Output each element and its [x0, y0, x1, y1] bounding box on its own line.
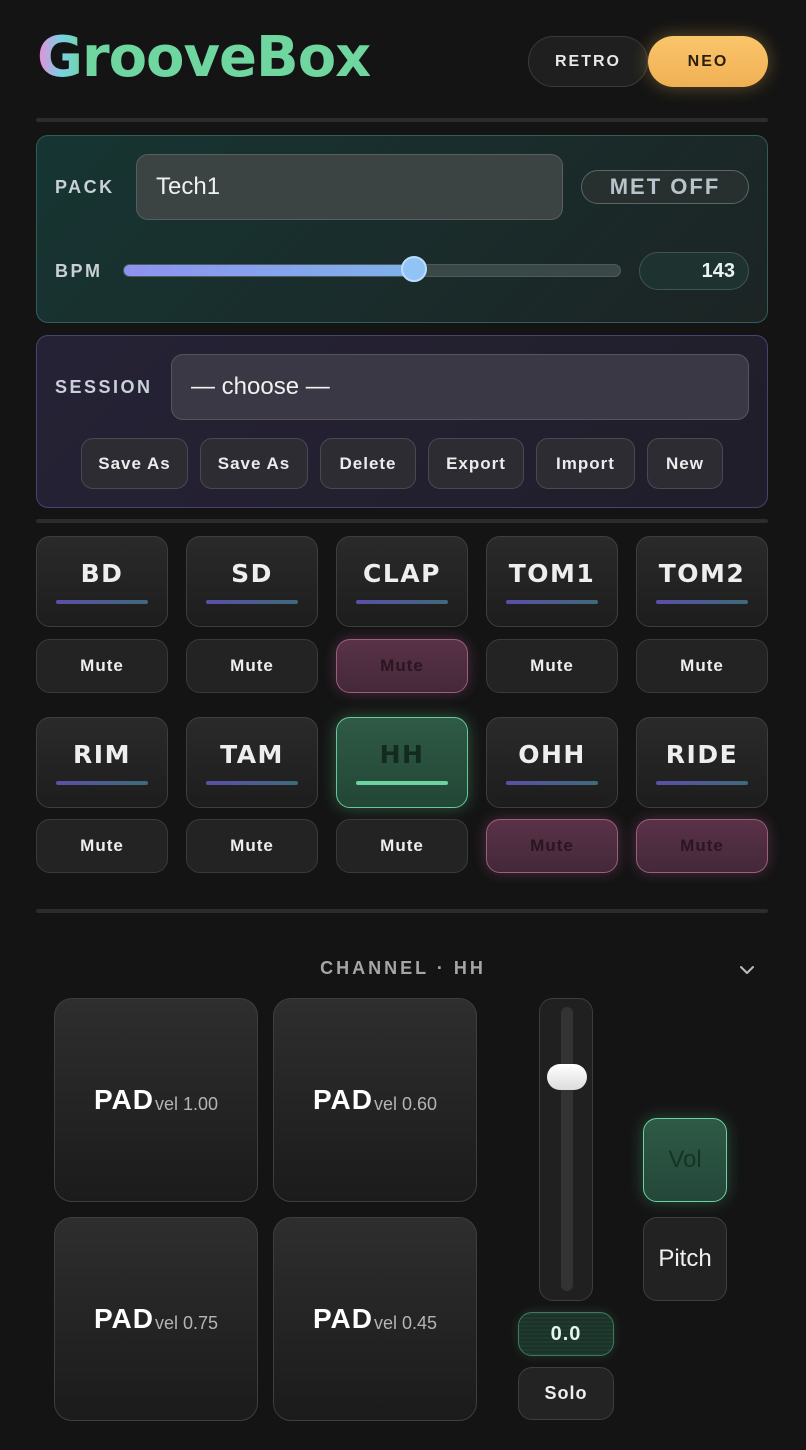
- session-label: SESSION: [55, 377, 153, 397]
- pad-label: PAD: [312, 1084, 373, 1115]
- track-bar: [356, 781, 448, 785]
- metronome-toggle[interactable]: MET OFF: [581, 170, 749, 204]
- track-name: SD: [231, 559, 273, 588]
- mute-button-clap[interactable]: Mute: [336, 639, 468, 693]
- pad-label: PAD: [93, 1084, 154, 1115]
- track-name: RIM: [73, 740, 131, 769]
- mute-button-tom1[interactable]: Mute: [486, 639, 618, 693]
- app-logo: GrooveBox: [37, 25, 371, 90]
- delete-button[interactable]: Delete: [320, 438, 416, 489]
- track-bar: [656, 600, 748, 604]
- track-bar: [206, 600, 298, 604]
- track-ride[interactable]: RIDE: [636, 717, 768, 808]
- bpm-slider-fill: [124, 265, 415, 276]
- track-name: CLAP: [363, 559, 441, 588]
- track-name: TOM1: [508, 559, 596, 588]
- mute-button-tom2[interactable]: Mute: [636, 639, 768, 693]
- divider: [36, 118, 768, 122]
- track-rim[interactable]: RIM: [36, 717, 168, 808]
- track-bar: [506, 600, 598, 604]
- pad-3[interactable]: PAD vel 0.75: [54, 1217, 258, 1421]
- track-bd[interactable]: BD: [36, 536, 168, 627]
- pack-label: PACK: [55, 177, 115, 197]
- track-name: TOM2: [658, 559, 746, 588]
- export-button[interactable]: Export: [428, 438, 524, 489]
- track-bar: [506, 781, 598, 785]
- pad-4[interactable]: PAD vel 0.45: [273, 1217, 477, 1421]
- track-name: HH: [379, 740, 425, 769]
- track-tom1[interactable]: TOM1: [486, 536, 618, 627]
- chevron-down-icon[interactable]: [737, 962, 757, 978]
- track-sd[interactable]: SD: [186, 536, 318, 627]
- mode-pitch-button[interactable]: Pitch: [643, 1217, 727, 1301]
- mode-vol-button[interactable]: Vol: [643, 1118, 727, 1202]
- mute-button-rim[interactable]: Mute: [36, 819, 168, 873]
- mute-button-sd[interactable]: Mute: [186, 639, 318, 693]
- track-name: RIDE: [665, 740, 739, 769]
- track-tom2[interactable]: TOM2: [636, 536, 768, 627]
- mute-button-hh[interactable]: Mute: [336, 819, 468, 873]
- pad-2[interactable]: PAD vel 0.60: [273, 998, 477, 1202]
- fader-handle[interactable]: [547, 1064, 587, 1091]
- track-bar: [356, 600, 448, 604]
- track-name: TAM: [220, 740, 284, 769]
- fader-slot: [561, 1007, 573, 1291]
- pad-velocity: vel 0.60: [374, 1093, 438, 1114]
- solo-button[interactable]: Solo: [518, 1367, 614, 1420]
- track-bar: [656, 781, 748, 785]
- session-select[interactable]: — choose —: [171, 354, 749, 420]
- pad-label: PAD: [312, 1303, 373, 1334]
- bpm-value[interactable]: 143: [639, 252, 749, 290]
- pad-label: PAD: [93, 1303, 154, 1334]
- mute-button-ohh[interactable]: Mute: [486, 819, 618, 873]
- track-bar: [56, 600, 148, 604]
- import-button[interactable]: Import: [536, 438, 635, 489]
- channel-fader[interactable]: [539, 998, 593, 1301]
- new-button[interactable]: New: [647, 438, 723, 489]
- track-clap[interactable]: CLAP: [336, 536, 468, 627]
- divider: [36, 909, 768, 913]
- pad-velocity: vel 1.00: [155, 1093, 219, 1114]
- pad-1[interactable]: PAD vel 1.00: [54, 998, 258, 1202]
- save-as-button-2[interactable]: Save As: [200, 438, 308, 489]
- track-bar: [56, 781, 148, 785]
- fader-value: 0.0: [518, 1312, 614, 1356]
- mute-button-tam[interactable]: Mute: [186, 819, 318, 873]
- bpm-slider-thumb[interactable]: [401, 256, 428, 282]
- track-bar: [206, 781, 298, 785]
- track-ohh[interactable]: OHH: [486, 717, 618, 808]
- bpm-slider[interactable]: [123, 256, 621, 282]
- pad-velocity: vel 0.45: [374, 1312, 438, 1333]
- track-hh[interactable]: HH: [336, 717, 468, 808]
- mute-button-ride[interactable]: Mute: [636, 819, 768, 873]
- save-as-button[interactable]: Save As: [81, 438, 188, 489]
- track-name: OHH: [518, 740, 586, 769]
- channel-title: CHANNEL · HH: [320, 958, 486, 978]
- pack-select[interactable]: Tech1: [136, 154, 563, 220]
- theme-retro-button[interactable]: RETRO: [528, 36, 648, 87]
- bpm-label: BPM: [55, 261, 103, 281]
- track-tam[interactable]: TAM: [186, 717, 318, 808]
- track-name: BD: [80, 559, 124, 588]
- divider: [36, 519, 768, 523]
- mute-button-bd[interactable]: Mute: [36, 639, 168, 693]
- theme-neo-button[interactable]: NEO: [648, 36, 768, 87]
- pad-velocity: vel 0.75: [155, 1312, 219, 1333]
